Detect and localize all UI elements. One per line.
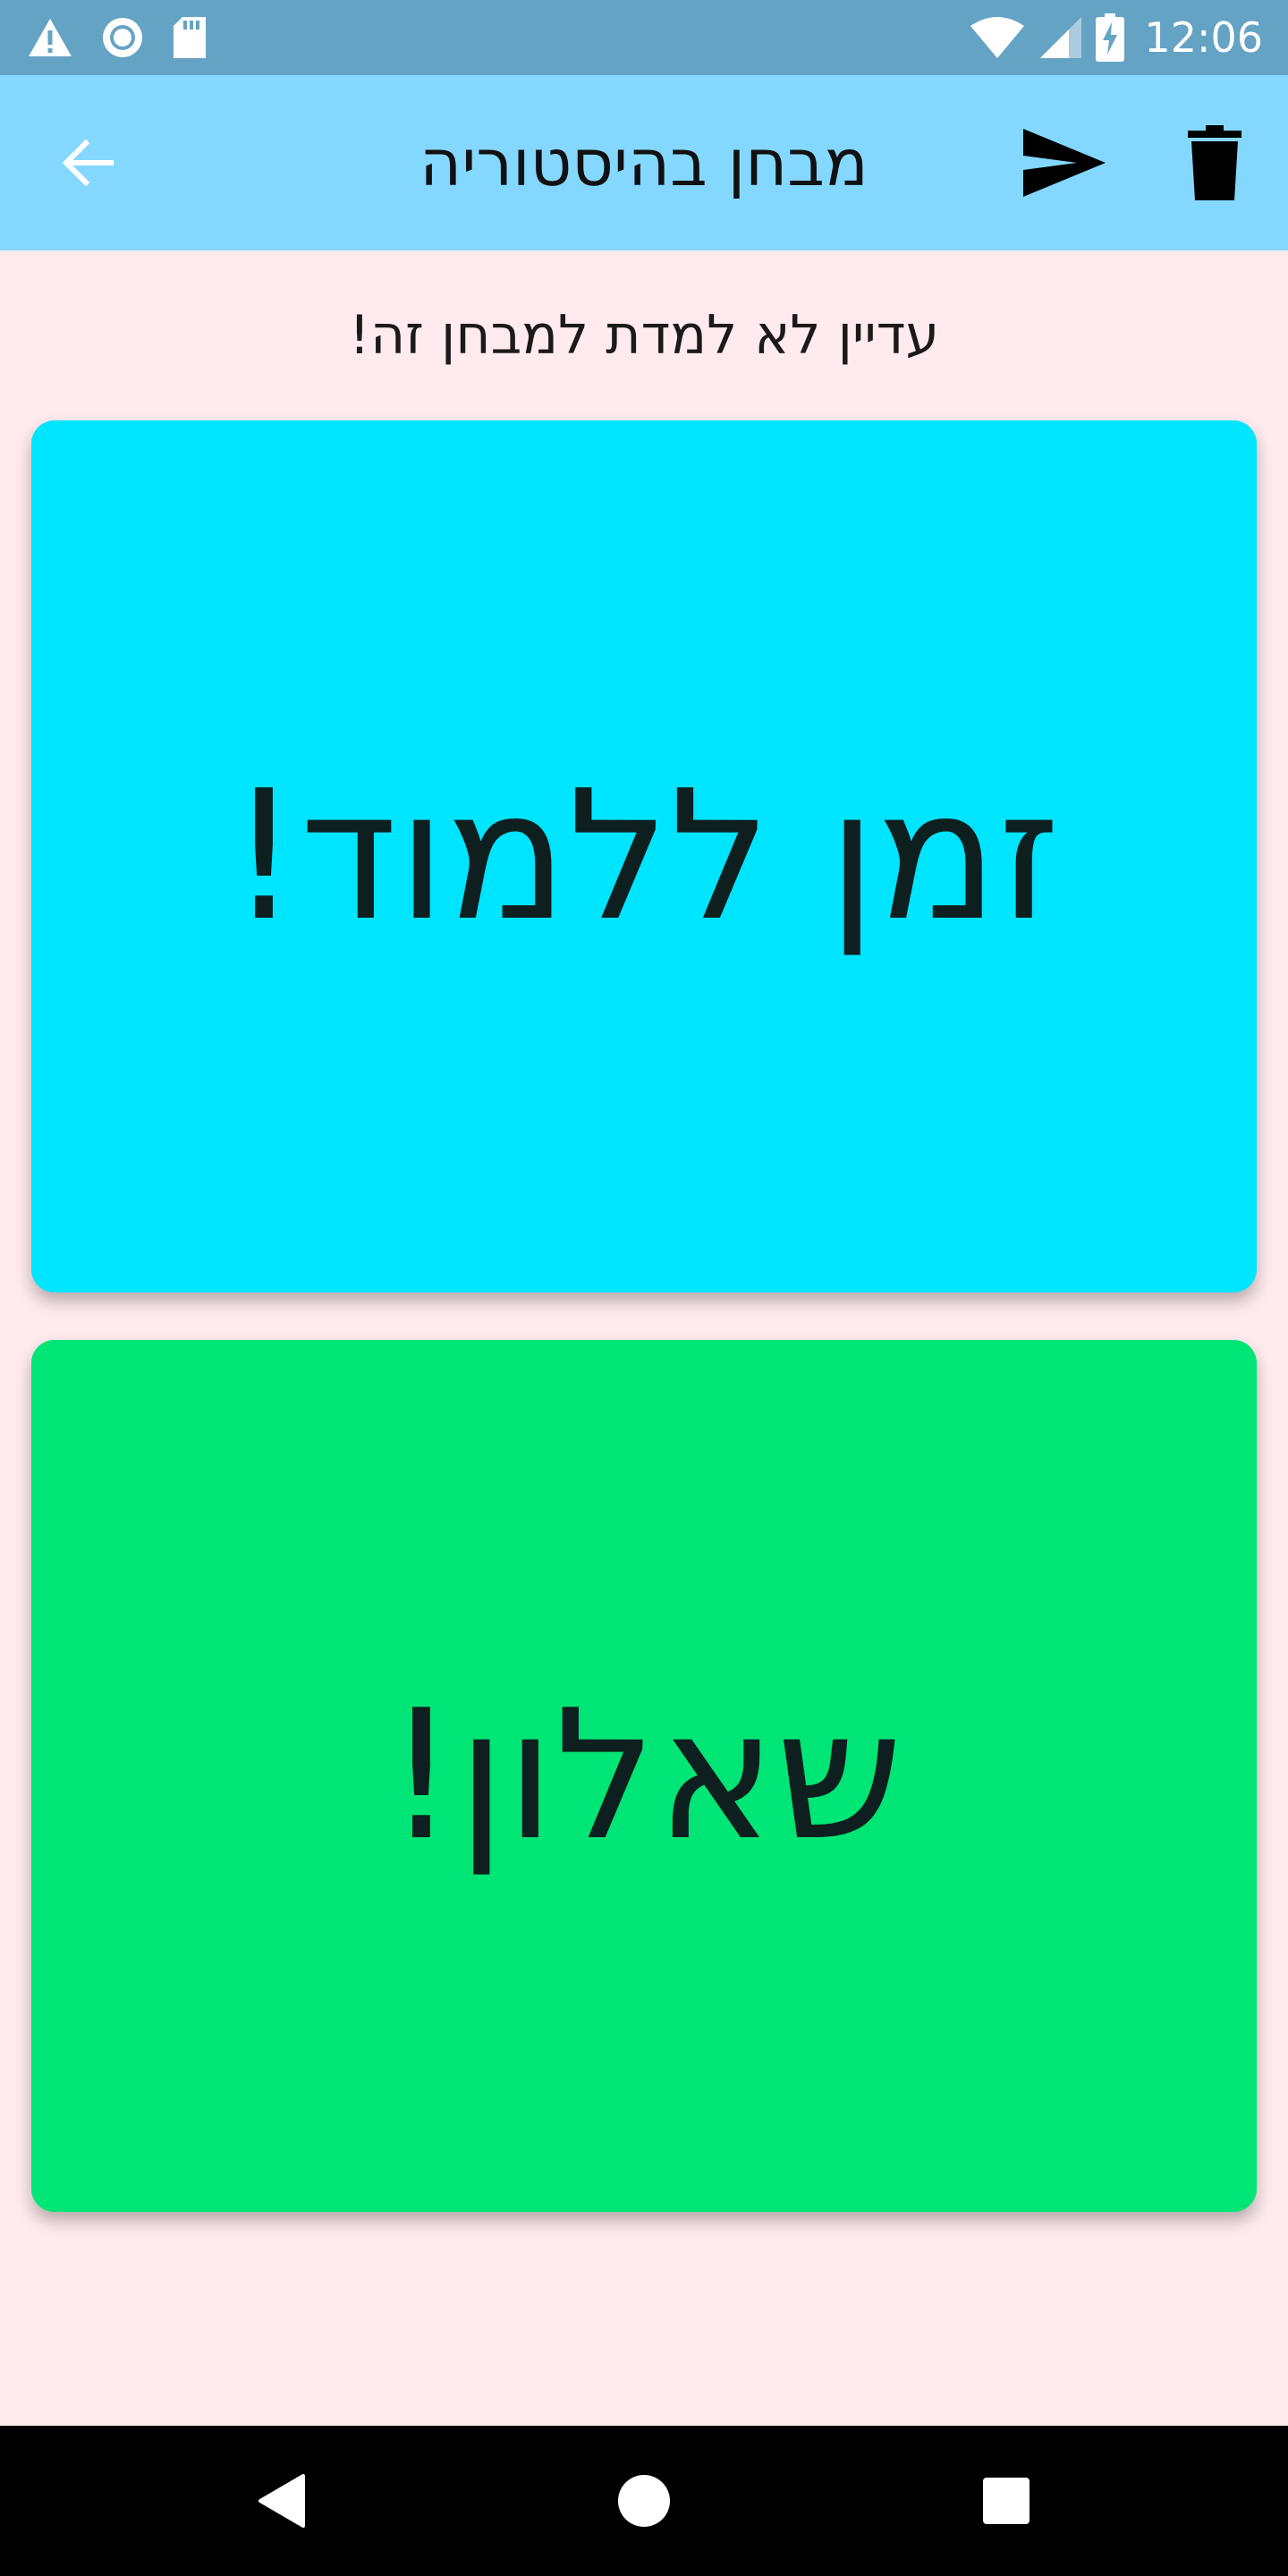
send-icon (1023, 129, 1106, 197)
cell-signal-icon (1040, 17, 1082, 58)
quiz-card-label: שאלון! (385, 1672, 903, 1880)
system-nav-bar (0, 2426, 1288, 2576)
arrow-back-icon (62, 139, 114, 187)
back-button[interactable] (25, 75, 150, 250)
delete-button[interactable] (1152, 75, 1277, 250)
status-right-icons: 12:06 (969, 0, 1263, 75)
nav-recents-icon (983, 2478, 1030, 2524)
trash-icon (1188, 125, 1241, 200)
status-left-icons (27, 0, 208, 75)
nav-home-button[interactable] (572, 2426, 716, 2576)
nav-recents-button[interactable] (935, 2426, 1078, 2576)
wifi-icon (970, 17, 1025, 58)
status-time: 12:06 (1144, 13, 1263, 62)
not-studied-message: עדיין לא למדת למבחן זה! (348, 304, 940, 367)
nav-home-icon (618, 2475, 670, 2527)
app-bar: מבחן בהיסטוריה (0, 75, 1288, 250)
sd-card-icon (174, 17, 206, 58)
send-button[interactable] (1002, 75, 1127, 250)
nav-back-button[interactable] (210, 2426, 353, 2576)
study-card[interactable]: זמן ללמוד! (31, 420, 1257, 1292)
page-title: מבחן בהיסטוריה (419, 125, 869, 200)
status-bar: 12:06 (0, 0, 1288, 75)
nav-back-icon (258, 2474, 305, 2528)
sync-circle-icon (103, 18, 142, 57)
quiz-card[interactable]: שאלון! (31, 1340, 1257, 2212)
battery-charging-icon (1096, 13, 1125, 62)
warning-icon (29, 19, 72, 56)
study-card-label: זמן ללמוד! (227, 752, 1061, 961)
